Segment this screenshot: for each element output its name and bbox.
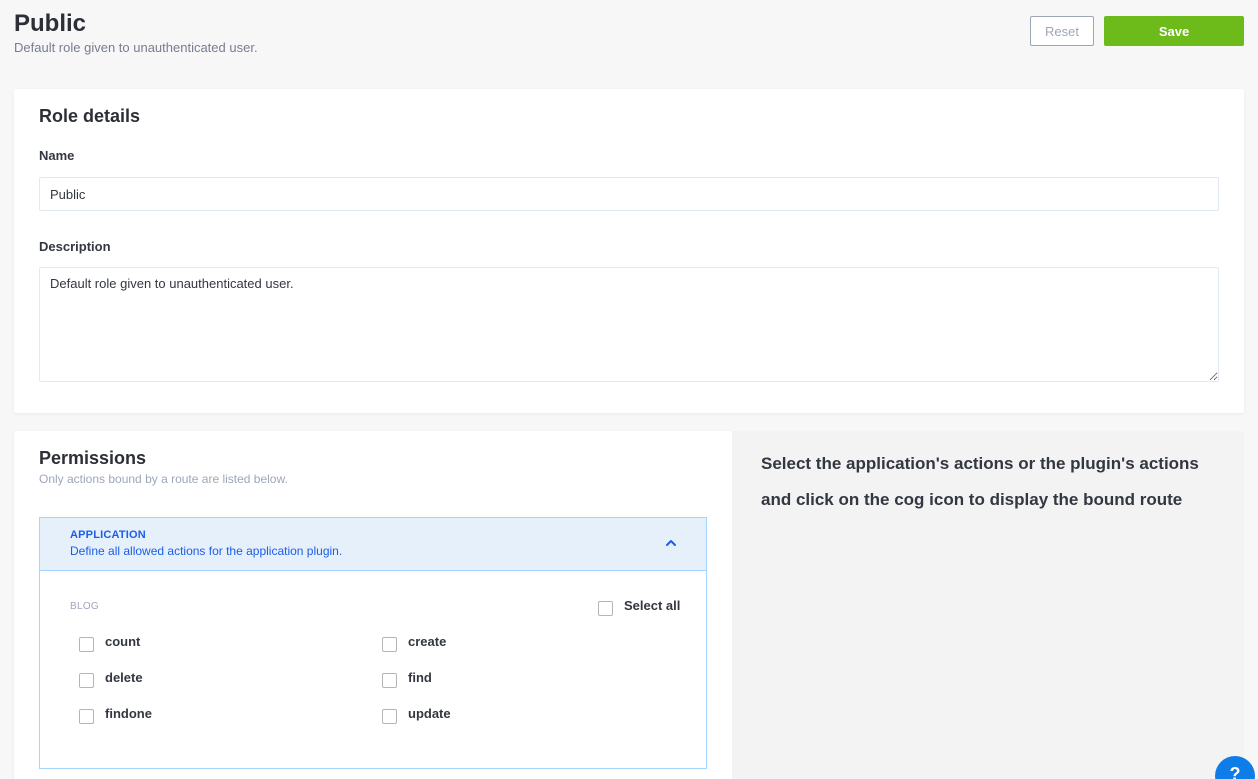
action-checkbox-create[interactable]: create: [382, 633, 447, 652]
checkbox[interactable]: [79, 673, 94, 688]
action-checkbox-delete[interactable]: delete: [79, 669, 143, 688]
description-textarea[interactable]: Default role given to unauthenticated us…: [39, 267, 1219, 382]
plugin-header[interactable]: APPLICATION Define all allowed actions f…: [40, 518, 706, 571]
plugin-description: Define all allowed actions for the appli…: [70, 544, 343, 558]
page-title: Public: [14, 10, 87, 37]
action-label: create: [408, 633, 447, 649]
action-checkbox-update[interactable]: update: [382, 705, 451, 724]
controller-label: BLOG: [70, 601, 99, 612]
bound-route-hint: Select the application's actions or the …: [761, 454, 1199, 509]
checkbox[interactable]: [79, 709, 94, 724]
action-checkbox-count[interactable]: count: [79, 633, 141, 652]
checkbox[interactable]: [79, 637, 94, 652]
select-all-label: Select all: [624, 597, 681, 613]
action-label: delete: [105, 669, 143, 685]
checkbox[interactable]: [382, 637, 397, 652]
plugin-application-panel: APPLICATION Define all allowed actions f…: [39, 517, 707, 769]
description-label: Description: [39, 239, 111, 254]
reset-button[interactable]: Reset: [1030, 16, 1094, 46]
role-details-card: Role details Name Description Default ro…: [14, 89, 1244, 413]
role-details-title: Role details: [39, 106, 141, 126]
action-label: findone: [105, 705, 152, 721]
checkbox[interactable]: [598, 601, 613, 616]
bound-route-info-panel: Select the application's actions or the …: [732, 431, 1244, 779]
checkbox[interactable]: [382, 673, 397, 688]
page-header: Public Default role given to unauthentic…: [14, 10, 258, 55]
action-checkbox-findone[interactable]: findone: [79, 705, 152, 724]
permissions-card: Permissions Only actions bound by a rout…: [14, 431, 732, 779]
action-label: update: [408, 705, 451, 721]
page-subtitle: Default role given to unauthenticated us…: [14, 40, 258, 55]
name-input[interactable]: [39, 177, 1219, 211]
permissions-subtitle: Only actions bound by a route are listed…: [39, 472, 288, 486]
action-label: find: [408, 669, 432, 685]
save-button[interactable]: Save: [1104, 16, 1244, 46]
select-all-checkbox[interactable]: Select all: [598, 597, 681, 616]
name-label: Name: [39, 148, 75, 163]
plugin-name: APPLICATION: [70, 529, 146, 541]
action-checkbox-find[interactable]: find: [382, 669, 432, 688]
chevron-up-icon[interactable]: [664, 536, 678, 550]
permissions-title: Permissions: [39, 448, 147, 468]
action-label: count: [105, 633, 141, 649]
checkbox[interactable]: [382, 709, 397, 724]
